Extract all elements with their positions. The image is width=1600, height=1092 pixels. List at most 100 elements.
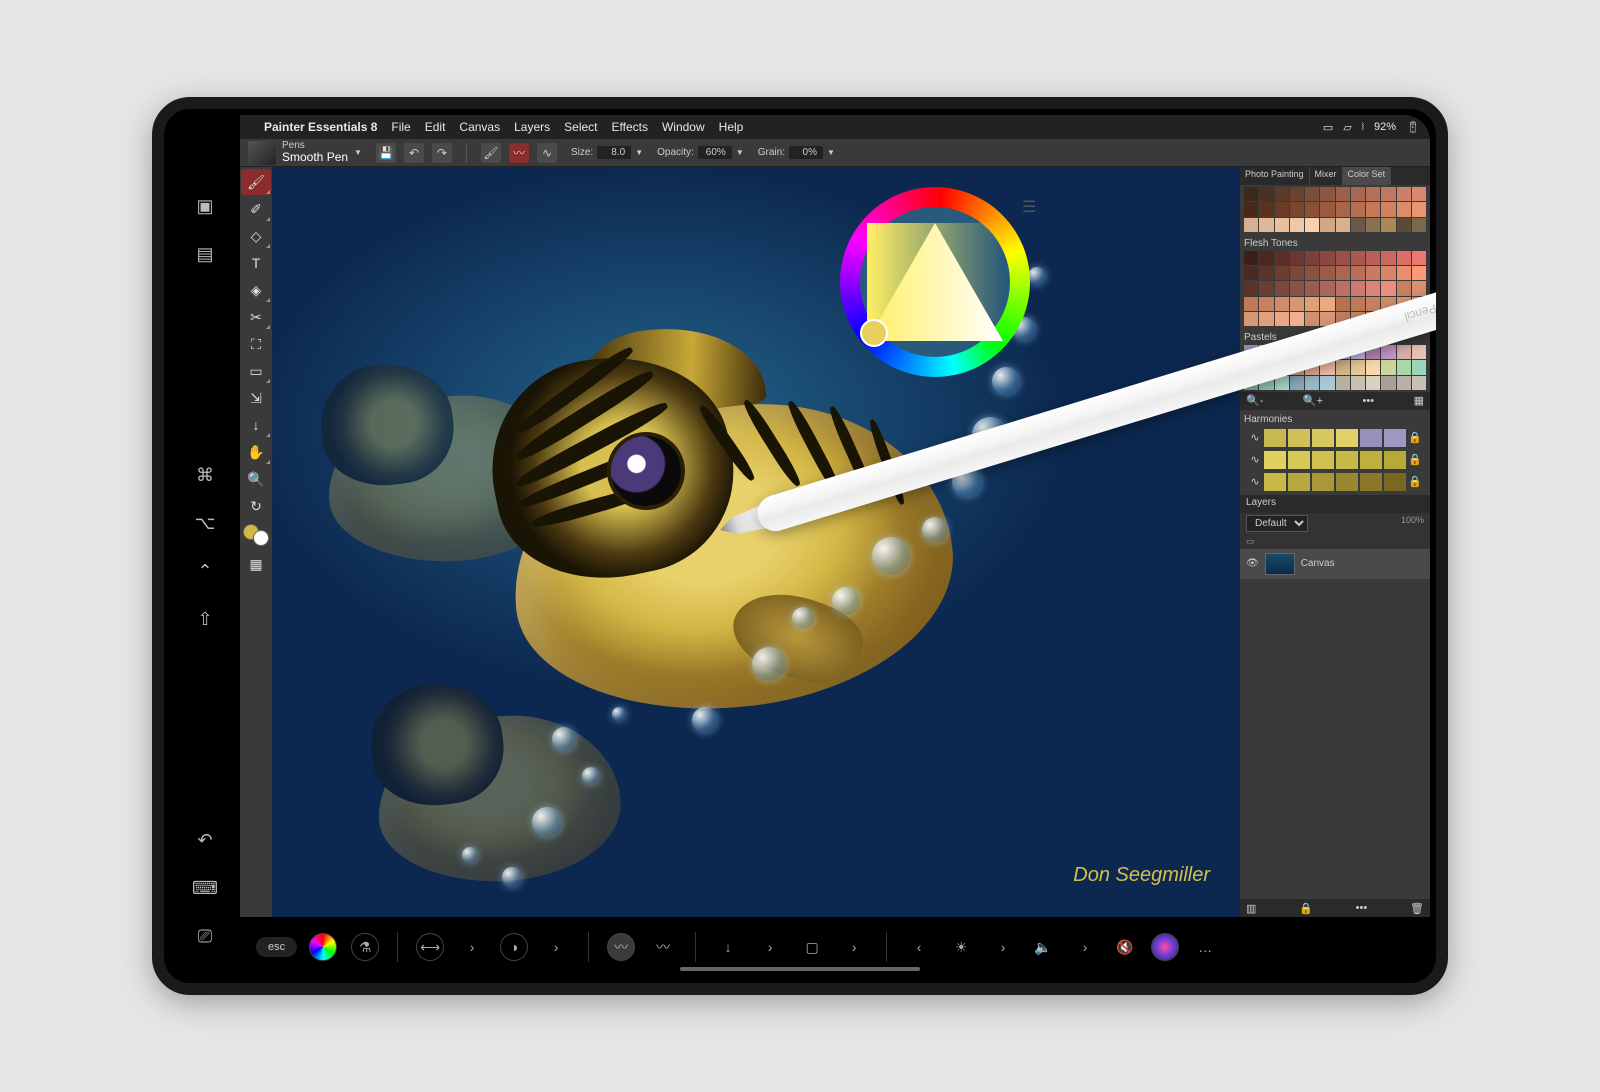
clone-tool-icon[interactable]: ⚗: [351, 933, 379, 961]
harmony-swatch[interactable]: [1360, 451, 1382, 469]
text-tool[interactable]: T: [241, 250, 271, 276]
siri-icon[interactable]: [1151, 933, 1179, 961]
stroke-smooth-icon[interactable]: 〰: [607, 933, 635, 961]
color-swatch[interactable]: [1244, 281, 1258, 295]
visibility-eye-icon[interactable]: 👁: [1246, 558, 1259, 569]
color-swatch[interactable]: [1290, 281, 1304, 295]
harmony-swatch[interactable]: [1336, 473, 1358, 491]
lock-icon[interactable]: 🔒: [1408, 453, 1422, 466]
color-swatch[interactable]: [1366, 218, 1380, 232]
color-swatch[interactable]: [1412, 360, 1426, 374]
layer-stack-icon[interactable]: ▥: [1246, 902, 1256, 915]
color-swatch[interactable]: [1320, 345, 1334, 359]
color-swatch[interactable]: [1320, 360, 1334, 374]
color-swatch[interactable]: [1320, 202, 1334, 216]
color-swatch[interactable]: [1381, 312, 1395, 326]
fire-brush-icon[interactable]: 〰: [509, 143, 529, 163]
symmetry-icon[interactable]: ∿: [537, 143, 557, 163]
color-swatch[interactable]: [1290, 218, 1304, 232]
color-swatch[interactable]: [1305, 345, 1319, 359]
color-swatch[interactable]: [1290, 376, 1304, 390]
color-swatch[interactable]: [1381, 376, 1395, 390]
menu-window[interactable]: Window: [662, 120, 705, 134]
keyboard-icon[interactable]: ⌨: [194, 877, 216, 899]
color-swatch[interactable]: [1259, 345, 1273, 359]
canvas[interactable]: Don Seegmiller ☰: [272, 167, 1240, 917]
harmony-swatch[interactable]: [1360, 473, 1382, 491]
color-swatch[interactable]: [1259, 202, 1273, 216]
color-swatch[interactable]: [1290, 187, 1304, 201]
color-swatch[interactable]: [1381, 187, 1395, 201]
color-swatch[interactable]: [1366, 360, 1380, 374]
paper-texture-tool[interactable]: ▦: [241, 551, 271, 577]
color-swatch[interactable]: [1336, 360, 1350, 374]
color-swatch[interactable]: [1366, 345, 1380, 359]
color-swatch[interactable]: [1336, 297, 1350, 311]
brush-selector[interactable]: Pens Smooth Pen ▼: [248, 140, 362, 164]
harmony-swatch[interactable]: [1288, 429, 1310, 447]
paint-bucket-tool[interactable]: ◇: [241, 223, 271, 249]
color-swatch[interactable]: [1381, 360, 1395, 374]
color-swatch[interactable]: [1305, 202, 1319, 216]
color-swatch[interactable]: [1351, 187, 1365, 201]
chevron-right-icon[interactable]: ›: [989, 933, 1017, 961]
color-swatch[interactable]: [1336, 312, 1350, 326]
color-swatch[interactable]: [1259, 360, 1273, 374]
control-key-icon[interactable]: ⌃: [194, 560, 216, 582]
color-wheel-shortcut-icon[interactable]: [309, 933, 337, 961]
redo-button[interactable]: ↷: [432, 143, 452, 163]
color-swatch[interactable]: [1244, 266, 1258, 280]
harmony-swatch[interactable]: [1264, 473, 1286, 491]
color-swatch[interactable]: [1381, 251, 1395, 265]
color-swatch[interactable]: [1290, 360, 1304, 374]
harmony-swatch[interactable]: [1384, 473, 1406, 491]
trash-icon[interactable]: 🗑: [1410, 902, 1424, 915]
mute-icon[interactable]: 🔇: [1111, 933, 1139, 961]
harmony-swatch[interactable]: [1264, 451, 1286, 469]
magnifier-tool[interactable]: 🔍: [241, 466, 271, 492]
color-swatch[interactable]: [1305, 266, 1319, 280]
color-swatch[interactable]: [1397, 218, 1411, 232]
zoom-in-icon[interactable]: 🔍+: [1303, 394, 1323, 407]
crop-tool[interactable]: ✂: [241, 304, 271, 330]
color-swatch[interactable]: [1351, 251, 1365, 265]
color-swatch[interactable]: [1305, 312, 1319, 326]
color-swatch[interactable]: [1351, 281, 1365, 295]
color-swatch[interactable]: [1320, 281, 1334, 295]
color-swatch[interactable]: [1351, 202, 1365, 216]
dropper-tool[interactable]: ✐: [241, 196, 271, 222]
color-swatch[interactable]: [1412, 266, 1426, 280]
harmony-swatch[interactable]: [1288, 473, 1310, 491]
cmd-key-icon[interactable]: ⌘: [194, 464, 216, 486]
color-swatch[interactable]: [1366, 187, 1380, 201]
layer-opacity-value[interactable]: 100%: [1401, 515, 1424, 532]
color-swatch[interactable]: [1381, 266, 1395, 280]
swatch-grid[interactable]: [1244, 187, 1426, 232]
eraser-tool[interactable]: ◈: [241, 277, 271, 303]
color-swatch[interactable]: [1244, 202, 1258, 216]
harmony-link-icon[interactable]: ∿: [1248, 475, 1262, 488]
color-swatch[interactable]: [1244, 251, 1258, 265]
more-button[interactable]: …: [1191, 933, 1219, 961]
color-swatch[interactable]: [1275, 376, 1289, 390]
mirror-tool[interactable]: ↓: [241, 412, 271, 438]
color-swatch[interactable]: [1351, 266, 1365, 280]
color-swatch[interactable]: [1412, 345, 1426, 359]
color-swatch[interactable]: [1366, 202, 1380, 216]
color-swatch[interactable]: [1275, 187, 1289, 201]
color-swatch[interactable]: [1397, 251, 1411, 265]
airplay-icon[interactable]: ▱: [1343, 121, 1351, 134]
color-swatch[interactable]: [1259, 376, 1273, 390]
color-swatch[interactable]: [1275, 360, 1289, 374]
color-swatch[interactable]: [1366, 251, 1380, 265]
color-swatch[interactable]: [1381, 218, 1395, 232]
color-swatch[interactable]: [1397, 266, 1411, 280]
chevron-down-icon[interactable]: ▼: [827, 148, 835, 157]
color-swatch[interactable]: [1244, 297, 1258, 311]
color-swatch[interactable]: [1305, 360, 1319, 374]
chevron-down-icon[interactable]: ▼: [736, 148, 744, 157]
harmony-swatch[interactable]: [1312, 429, 1334, 447]
undo-icon[interactable]: ↶: [194, 829, 216, 851]
color-swatch[interactable]: [1336, 251, 1350, 265]
menu-select[interactable]: Select: [564, 120, 597, 134]
